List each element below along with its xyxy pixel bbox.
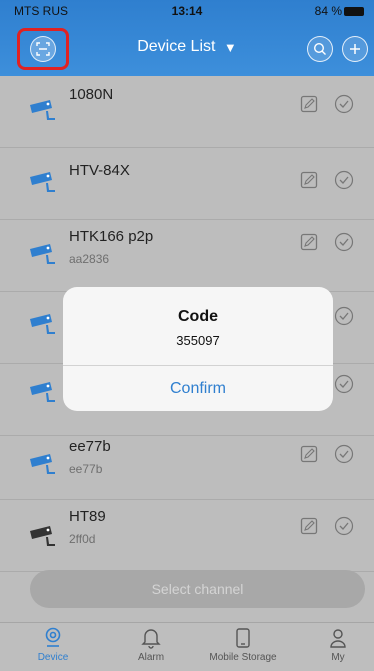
code-dialog: Code 355097 Confirm [63, 287, 333, 411]
dialog-title: Code [178, 308, 218, 325]
dialog-code: 355097 [176, 333, 220, 348]
confirm-button[interactable]: Confirm [63, 366, 333, 411]
